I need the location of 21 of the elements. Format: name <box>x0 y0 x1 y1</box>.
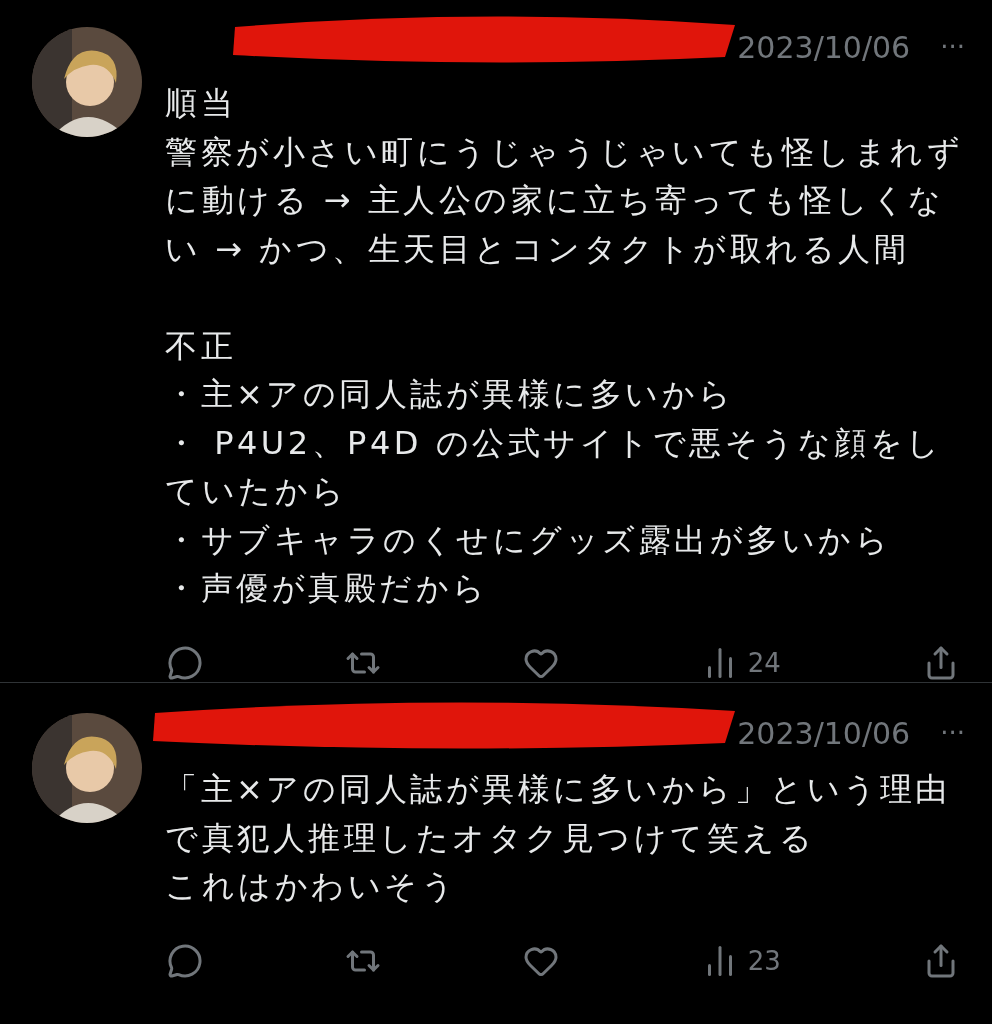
tweet-text: ・主×アの同人誌が異様に多いから <box>165 374 736 415</box>
tweet-text: 警察が小さい町にうじゃうじゃいても怪しまれずに動ける → 主人公の家に立ち寄っても怪しくない → かつ、生天目とコンタクトが取れる人間 <box>165 131 964 270</box>
tweet-text: ・声優が真殿だから <box>165 568 490 609</box>
tweet-text: 不正 <box>165 325 237 367</box>
tweet-text: 「主×アの同人誌が異様に多いから」という理由で真犯人推理したオタク見つけて笑える <box>165 769 952 859</box>
reply-button[interactable] <box>167 644 203 681</box>
reply-icon <box>167 942 203 979</box>
views-button[interactable]: 23 <box>701 942 781 979</box>
tweet-date: 2023/10/06 <box>737 715 911 751</box>
reply-button[interactable] <box>167 942 203 979</box>
tweet-text: ・ P4U2、P4D の公式サイトで悪そうな顔をしていたから <box>165 422 944 512</box>
tweet-text: ・サブキャラのくせにグッズ露出が多いから <box>165 519 892 561</box>
tweet-date: 2023/10/06 <box>737 29 911 65</box>
view-count: 23 <box>747 945 781 976</box>
view-count: 24 <box>747 647 781 678</box>
tweet-text: 順当 <box>165 83 237 124</box>
views-button[interactable]: 24 <box>701 644 781 681</box>
reply-icon <box>167 644 203 681</box>
more-button[interactable]: ··· <box>940 718 965 748</box>
tweet-text: これはかわいそう <box>165 866 458 907</box>
more-button[interactable]: ··· <box>940 32 965 62</box>
